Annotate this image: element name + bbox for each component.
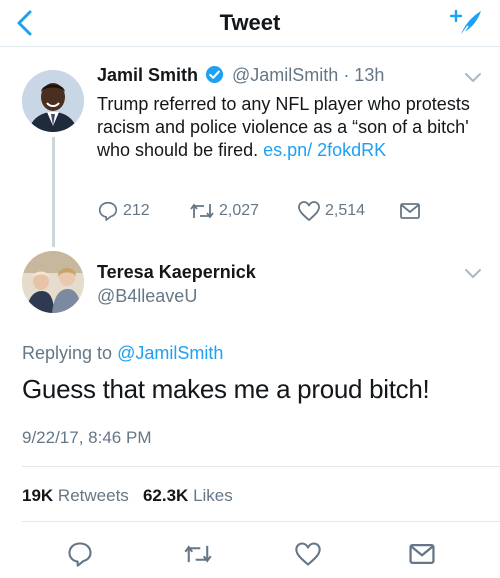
nav-bar: Tweet xyxy=(0,0,500,47)
verified-badge-icon xyxy=(205,65,224,84)
like-count: 2,514 xyxy=(325,202,366,219)
reply-author-handle[interactable]: @B4lleaveU xyxy=(97,286,197,307)
divider xyxy=(22,521,500,522)
reply-button[interactable]: 212 xyxy=(97,199,150,223)
chevron-down-icon[interactable] xyxy=(464,72,482,84)
likes-count: 62.3K xyxy=(142,486,189,505)
retweet-count: 2,027 xyxy=(219,202,260,219)
replying-to-label: Replying to xyxy=(22,343,118,363)
tweet-time: · 13h xyxy=(343,65,385,85)
retweet-button[interactable]: 2,027 xyxy=(189,199,259,223)
reply-icon[interactable] xyxy=(66,540,94,568)
thread-line xyxy=(52,137,55,247)
replying-to: Replying to @JamilSmith xyxy=(22,343,223,364)
reply-author-name[interactable]: Teresa Kaepernick xyxy=(97,262,256,283)
heart-icon[interactable] xyxy=(294,540,322,568)
likes-label: Likes xyxy=(193,486,233,505)
heart-icon xyxy=(298,201,320,221)
reply-icon xyxy=(98,201,118,221)
author-handle[interactable]: @JamilSmith xyxy=(232,65,338,85)
direct-message-button[interactable] xyxy=(399,199,425,223)
like-button[interactable]: 2,514 xyxy=(297,199,365,223)
tweet-author-name[interactable]: Jamil Smith xyxy=(97,65,224,86)
divider xyxy=(22,466,500,467)
compose-tweet-icon[interactable] xyxy=(450,8,484,40)
avatar-image xyxy=(22,70,84,132)
tweet-timestamp: 9/22/17, 8:46 PM xyxy=(22,428,152,447)
reply-tweet-text: Guess that makes me a proud bitch! xyxy=(22,374,430,404)
tweet-text: Trump referred to any NFL player who pro… xyxy=(97,93,487,162)
reply-count: 212 xyxy=(123,202,150,219)
envelope-icon[interactable] xyxy=(408,540,436,568)
retweets-count: 19K xyxy=(22,486,54,505)
retweet-icon[interactable] xyxy=(183,540,213,568)
tweet-stats: 19K Retweets 62.3K Likes xyxy=(22,486,233,506)
page-title: Tweet xyxy=(219,10,281,35)
author-name-text: Jamil Smith xyxy=(97,65,199,85)
likes-stat[interactable]: 62.3K Likes xyxy=(143,486,233,505)
avatar-image xyxy=(22,251,84,313)
tweet-author-handle-time: @JamilSmith · 13h xyxy=(232,65,384,86)
retweets-label: Retweets xyxy=(57,486,129,505)
avatar-jamil-smith[interactable] xyxy=(22,70,84,132)
chevron-down-icon[interactable] xyxy=(464,268,482,280)
retweet-icon xyxy=(190,203,214,219)
retweets-stat[interactable]: 19K Retweets xyxy=(22,486,129,505)
avatar-teresa-kaepernick[interactable] xyxy=(22,251,84,313)
tweet-actions: 212 2,027 2,514 xyxy=(97,199,487,223)
tweet-link[interactable]: es.pn/ 2fokdRK xyxy=(263,140,386,160)
envelope-icon xyxy=(400,203,420,219)
bottom-actions xyxy=(0,540,500,570)
replying-to-handle[interactable]: @JamilSmith xyxy=(117,343,223,363)
